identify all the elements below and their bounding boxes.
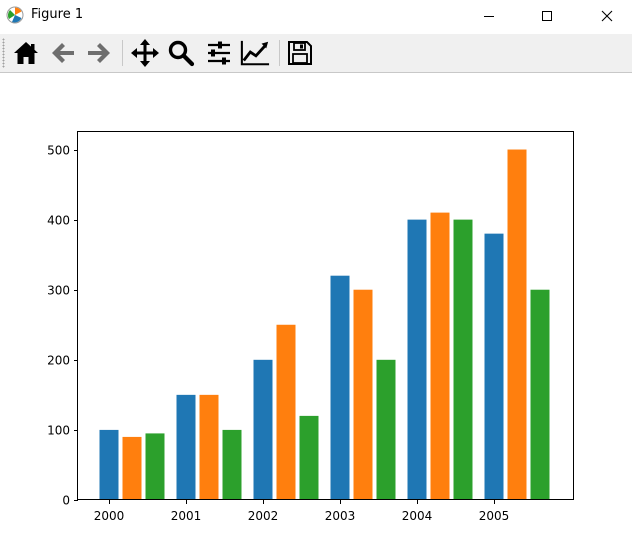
- edit-axis-icon: [240, 40, 270, 66]
- x-tick-label: 2004: [402, 509, 433, 523]
- bar: [222, 429, 242, 500]
- zoom-icon: [168, 40, 195, 67]
- close-icon: [601, 10, 613, 22]
- bar: [376, 359, 396, 500]
- bar: [253, 359, 273, 500]
- navigation-toolbar: [0, 34, 632, 73]
- bar: [276, 324, 296, 500]
- bar: [122, 436, 142, 500]
- maximize-button[interactable]: [524, 0, 570, 32]
- y-axis: 0 100 200 300 400 500: [47, 144, 78, 508]
- configure-subplots-button[interactable]: [204, 38, 234, 68]
- bars-group: [99, 149, 550, 500]
- pan-button[interactable]: [130, 38, 160, 68]
- x-tick-label: 2005: [479, 509, 510, 523]
- forward-button[interactable]: [84, 38, 114, 68]
- y-tick-label: 200: [47, 354, 70, 368]
- bar: [353, 289, 373, 500]
- bar: [407, 219, 427, 500]
- y-tick-label: 300: [47, 284, 70, 298]
- matplotlib-icon: [6, 6, 24, 24]
- toolbar-grip: [2, 38, 5, 68]
- back-button[interactable]: [48, 38, 78, 68]
- home-icon: [14, 42, 38, 64]
- edit-axis-button[interactable]: [240, 38, 270, 68]
- minimize-button[interactable]: [466, 0, 512, 32]
- zoom-button[interactable]: [166, 38, 196, 68]
- x-tick-label: 2000: [94, 509, 125, 523]
- x-axis: 2000 2001 2002 2003 2004 2005: [94, 500, 510, 523]
- bar: [484, 233, 504, 500]
- window-title: Figure 1: [31, 7, 84, 22]
- y-tick-label: 0: [62, 494, 70, 508]
- save-icon: [288, 41, 312, 65]
- bar: [176, 394, 196, 500]
- bar: [330, 275, 350, 500]
- pan-icon: [131, 39, 159, 67]
- bar: [530, 289, 550, 500]
- toolbar-separator: [122, 40, 123, 66]
- minimize-icon: [484, 16, 494, 17]
- bar: [453, 219, 473, 500]
- y-tick-label: 500: [47, 144, 70, 158]
- x-tick-label: 2001: [171, 509, 202, 523]
- forward-icon: [88, 43, 110, 63]
- x-tick-label: 2003: [325, 509, 356, 523]
- configure-subplots-icon: [208, 41, 230, 65]
- y-tick-label: 400: [47, 214, 70, 228]
- y-tick-label: 100: [47, 424, 70, 438]
- title-bar: Figure 1: [0, 0, 632, 32]
- bar: [430, 212, 450, 500]
- figure-canvas[interactable]: 0 100 200 300 400 500 2000 2001 2002 2003 2004 200…: [0, 73, 632, 548]
- maximize-icon: [542, 11, 552, 21]
- bar: [145, 433, 165, 500]
- toolbar-separator: [279, 40, 280, 66]
- bar: [199, 394, 219, 500]
- bar-chart: 0100200300400500 2000 2001 2002 2003 2004 200…: [47, 131, 574, 523]
- bar: [99, 429, 119, 500]
- x-tick-label: 2002: [248, 509, 279, 523]
- bar: [507, 149, 527, 500]
- save-button[interactable]: [285, 38, 315, 68]
- close-button[interactable]: [584, 0, 630, 32]
- home-button[interactable]: [11, 38, 41, 68]
- back-icon: [52, 43, 74, 63]
- bar: [299, 415, 319, 500]
